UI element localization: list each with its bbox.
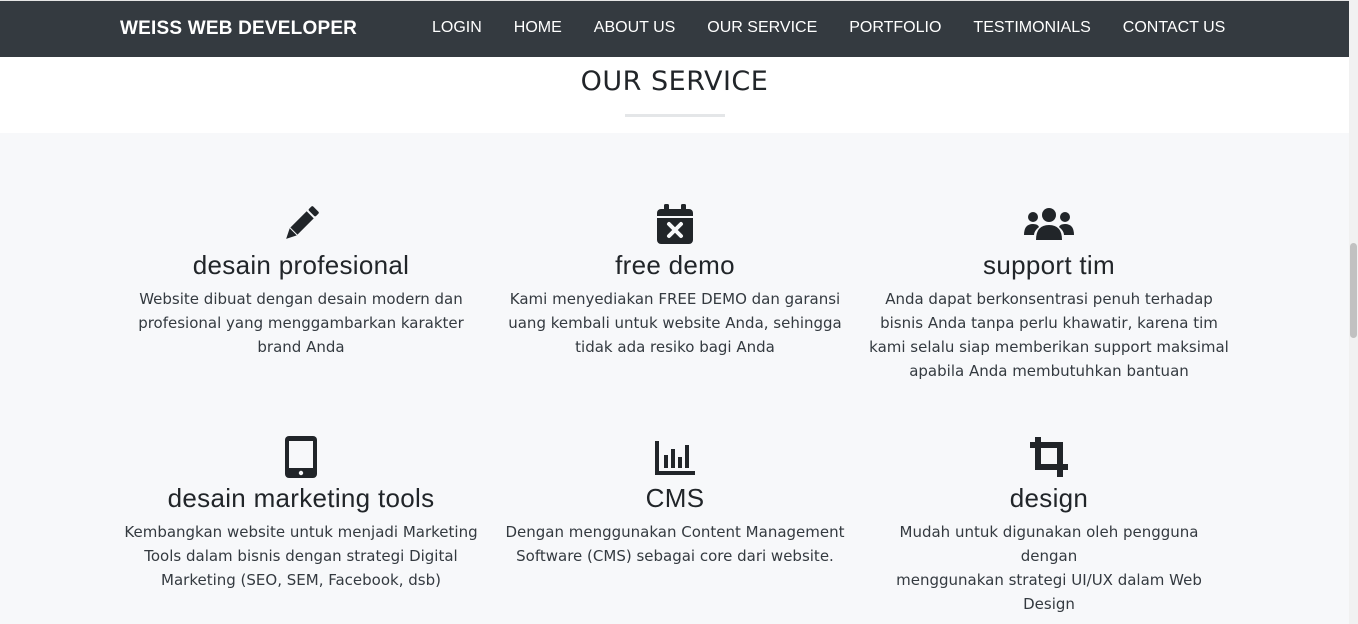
users-icon xyxy=(869,202,1229,246)
service-description: Anda dapat berkonsentrasi penuh terhadap… xyxy=(869,290,1229,380)
service-description: Website dibuat dengan desain modern dan … xyxy=(138,290,464,356)
nav-home[interactable]: HOME xyxy=(514,19,562,37)
service-description: Mudah untuk digunakan oleh pengguna deng… xyxy=(896,523,1202,613)
service-title: desain marketing tools xyxy=(167,483,435,513)
service-description: Kami menyediakan FREE DEMO dan garansi u… xyxy=(508,290,842,356)
nav-login[interactable]: LOGIN xyxy=(432,19,482,37)
service-card-support-tim: support tim Anda dapat berkonsentrasi pe… xyxy=(869,202,1229,383)
nav-about-us[interactable]: ABOUT US xyxy=(594,19,676,37)
service-title: CMS xyxy=(645,483,705,513)
vertical-scrollbar[interactable] xyxy=(1349,0,1358,624)
tablet-icon xyxy=(121,435,481,479)
nav-menu: LOGIN HOME ABOUT US OUR SERVICE PORTFOLI… xyxy=(432,19,1257,37)
service-card-free-demo: free demo Kami menyediakan FREE DEMO dan… xyxy=(495,202,855,359)
service-title: support tim xyxy=(983,250,1115,280)
scrollbar-thumb[interactable] xyxy=(1350,243,1357,338)
nav-portfolio[interactable]: PORTFOLIO xyxy=(849,19,941,37)
calendar-x-icon xyxy=(495,202,855,246)
nav-our-service[interactable]: OUR SERVICE xyxy=(707,19,817,37)
service-card-design: design Mudah untuk digunakan oleh penggu… xyxy=(869,435,1229,616)
nav-contact-us[interactable]: CONTACT US xyxy=(1123,19,1226,37)
crop-icon xyxy=(869,435,1229,479)
service-description: Kembangkan website untuk menjadi Marketi… xyxy=(124,523,478,589)
title-underline xyxy=(625,114,725,117)
navbar: WEISS WEB DEVELOPER LOGIN HOME ABOUT US … xyxy=(0,0,1349,57)
service-card-cms: CMS Dengan menggunakan Content Managemen… xyxy=(495,435,855,568)
service-title: design xyxy=(1009,483,1089,513)
pencil-icon xyxy=(121,202,481,246)
chart-bar-icon xyxy=(495,435,855,479)
brand-logo[interactable]: WEISS WEB DEVELOPER xyxy=(120,18,357,40)
service-card-desain-profesional: desain profesional Website dibuat dengan… xyxy=(121,202,481,359)
service-description: Dengan menggunakan Content Management So… xyxy=(505,523,845,565)
service-title: desain profesional xyxy=(192,250,410,280)
service-title: free demo xyxy=(615,250,735,280)
nav-testimonials[interactable]: TESTIMONIALS xyxy=(973,19,1090,37)
service-card-desain-marketing-tools: desain marketing tools Kembangkan websit… xyxy=(121,435,481,592)
section-title: OUR SERVICE xyxy=(580,66,769,97)
